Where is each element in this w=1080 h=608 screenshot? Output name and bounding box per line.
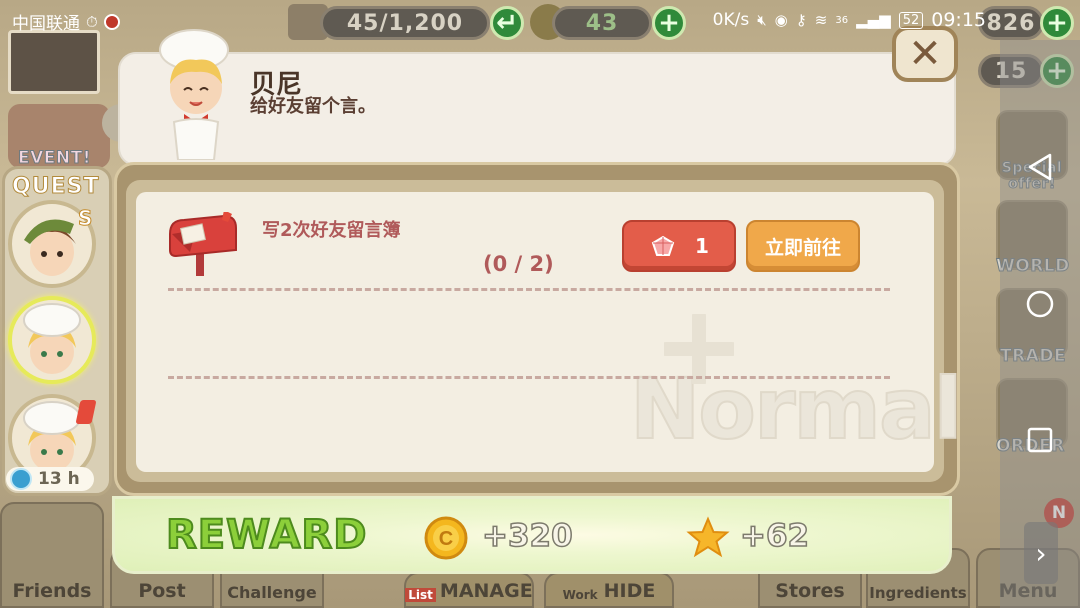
mute-icon: 🔇︎ <box>757 11 767 29</box>
back-icon[interactable] <box>1026 152 1054 182</box>
manage-tab-label: MANAGE <box>439 580 533 602</box>
battery-level: 52 <box>898 11 924 29</box>
divider <box>168 288 890 291</box>
star-icon <box>686 516 730 558</box>
alarm-icon: ⏱ <box>86 12 98 31</box>
svg-text:C: C <box>439 528 453 550</box>
wifi-icon: ≋ <box>814 11 828 29</box>
challenge-tab-label: Challenge <box>227 583 317 602</box>
clock-time: 09:15 <box>931 9 986 31</box>
ingredients-tab-label: Ingredients <box>869 584 967 602</box>
reward-label: REWARD <box>165 511 368 559</box>
hide-tab[interactable]: Work HIDE <box>544 572 674 608</box>
gem-skip-cost: 1 <box>695 234 709 258</box>
task-description: 写2次好友留言簿 <box>262 220 401 241</box>
gem-icon <box>651 235 675 256</box>
hide-tab-label: HIDE <box>603 580 656 602</box>
net-speed: 0K/s <box>712 10 750 30</box>
clock-icon <box>10 468 32 490</box>
friends-tab[interactable]: Friends <box>0 502 104 608</box>
carrier-name: 中国联通 <box>12 14 80 34</box>
quest-timer-text: 13 h <box>38 469 80 489</box>
gem-skip-button[interactable]: 1 <box>622 220 736 272</box>
manage-tab[interactable]: List MANAGE <box>404 572 534 608</box>
flag-icon <box>103 13 120 30</box>
quest-s-badge: S <box>77 206 93 231</box>
close-icon: ✕ <box>908 31 942 77</box>
work-label: Work <box>562 588 598 602</box>
list-label: List <box>405 588 436 602</box>
stores-tab-label: Stores <box>775 580 845 602</box>
key-icon: ⚷ <box>795 11 807 29</box>
npc-chef-icon <box>159 29 229 160</box>
coin-icon: C <box>424 516 468 560</box>
signal-label: 36 <box>835 14 849 26</box>
chevron-right-icon[interactable]: › <box>1024 522 1058 584</box>
quest-timer: 13 h <box>6 467 94 491</box>
event-label: EVENT! <box>18 148 91 169</box>
reward-coins: +320 <box>481 517 573 555</box>
girl-chef-icon <box>23 303 81 374</box>
friends-tab-label: Friends <box>12 580 92 602</box>
signal-icon: ▂▄▆ <box>856 11 891 29</box>
reward-exp: +62 <box>739 517 810 555</box>
eye-icon: ◉ <box>774 11 788 29</box>
status-bar: 中国联通 ⏱ 0K/s 🔇︎ ◉ ⚷ ≋ 36 ▂▄▆ 52 09:15 <box>0 0 1080 40</box>
android-nav-bar: › <box>1000 40 1080 608</box>
task-progress: (0 / 2) <box>483 252 554 276</box>
divider <box>168 376 890 379</box>
quest-avatar-2[interactable] <box>8 296 96 384</box>
post-tab-label: Post <box>138 580 186 602</box>
go-now-button[interactable]: 立即前往 <box>746 220 860 272</box>
go-now-label: 立即前往 <box>764 236 841 259</box>
quest-title: QUEST <box>11 174 100 200</box>
npc-dialogue: 给好友留个言。 <box>250 96 376 117</box>
recents-icon[interactable] <box>1026 426 1054 454</box>
mailbox-icon <box>169 212 237 276</box>
sparkle-cross-icon <box>664 314 734 384</box>
home-icon[interactable] <box>1026 290 1054 318</box>
